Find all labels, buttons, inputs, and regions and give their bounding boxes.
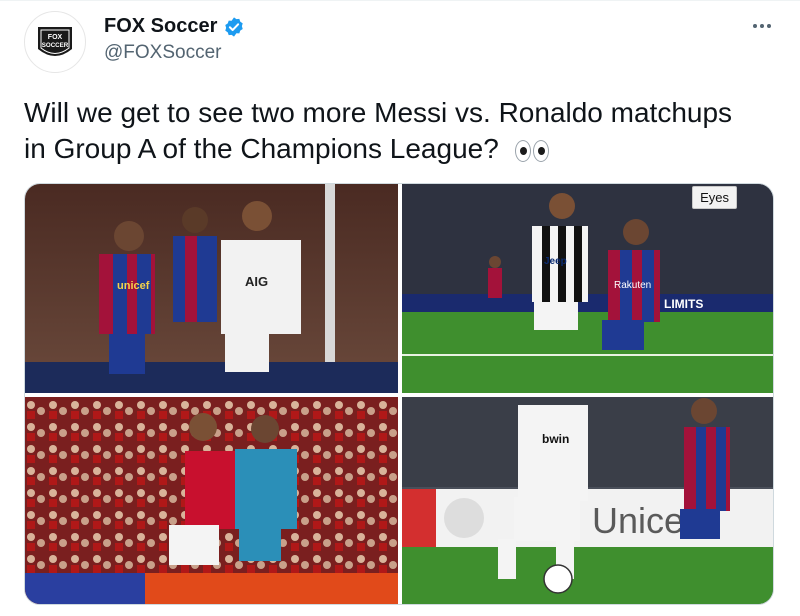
more-dot: [760, 24, 764, 28]
p1-sponsor-right: AIG: [245, 274, 268, 289]
more-dot: [753, 24, 757, 28]
p1-sponsor-left: unicef: [117, 280, 150, 292]
eye-left: [514, 139, 531, 162]
photo-1-image: unicef AIG: [25, 184, 398, 393]
photo-2-alt-badge[interactable]: Eyes: [692, 186, 737, 209]
media-photo-2[interactable]: LIMITS Jeep Rakuten Eyes: [402, 184, 773, 393]
photo-2-image: LIMITS Jeep Rakuten: [402, 184, 773, 393]
p2-sponsor-left: Jeep: [544, 256, 567, 267]
avatar-text-bottom: SOCCER: [42, 42, 69, 49]
more-options-icon[interactable]: [750, 15, 774, 37]
verified-badge-icon: [225, 16, 244, 37]
tweet-text: Will we get to see two more Messi vs. Ro…: [24, 97, 733, 164]
media-photo-1[interactable]: unicef AIG: [25, 184, 398, 393]
author-info: FOX Soccer @FOXSoccer: [104, 15, 245, 64]
author-handle[interactable]: @FOXSoccer: [104, 42, 245, 64]
tweet-text-block: Will we get to see two more Messi vs. Ro…: [24, 95, 754, 167]
author-name-row: FOX Soccer: [104, 15, 245, 38]
author-display-name[interactable]: FOX Soccer: [104, 15, 217, 38]
eye-right: [532, 139, 549, 162]
media-photo-3[interactable]: [25, 397, 398, 604]
media-photo-4[interactable]: Unicef bwin: [402, 397, 773, 604]
more-dot: [767, 24, 771, 28]
p2-board-text: LIMITS: [664, 297, 703, 311]
author-avatar[interactable]: FOX SOCCER: [24, 11, 86, 73]
eyes-emoji-icon: [514, 139, 549, 162]
photo-3-image: [25, 397, 398, 604]
media-grid: unicef AIG LIMITS Jeep Rakuten Eyes Unic…: [24, 183, 774, 605]
avatar-text-top: FOX: [48, 34, 63, 41]
p2-sponsor-right: Rakuten: [614, 280, 651, 291]
fox-soccer-logo-icon: FOX SOCCER: [38, 27, 72, 56]
p4-board-text: Unicef: [592, 500, 695, 541]
p4-sponsor: bwin: [542, 432, 569, 446]
photo-4-image: Unicef bwin: [402, 397, 773, 604]
tweet-card: FOX SOCCER FOX Soccer @FOXSoccer Will we…: [0, 0, 800, 616]
